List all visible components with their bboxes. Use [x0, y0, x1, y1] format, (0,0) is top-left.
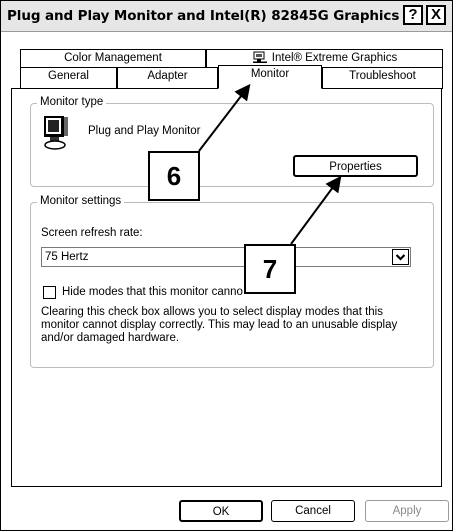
- callout-arrows: [198, 83, 342, 245]
- arrow-7: [290, 175, 342, 245]
- monitor-properties-dialog: Plug and Play Monitor and Intel(R) 82845…: [0, 0, 453, 531]
- arrow-6: [198, 83, 251, 152]
